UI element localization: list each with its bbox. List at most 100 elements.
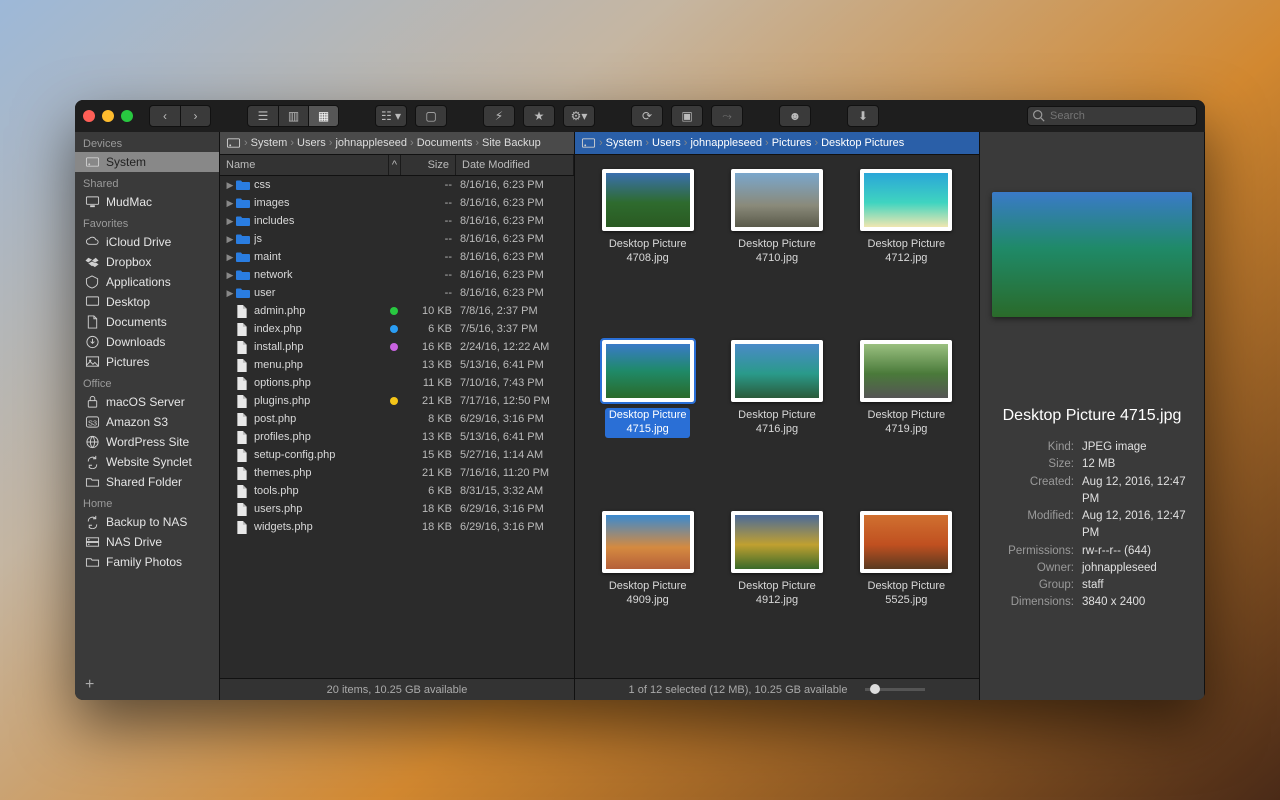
- metadata-key: Dimensions:: [992, 594, 1074, 611]
- col-date[interactable]: Date Modified: [456, 155, 574, 175]
- sidebar-item[interactable]: Desktop: [75, 292, 219, 312]
- grid-item[interactable]: Desktop Picture4715.jpg: [588, 340, 708, 493]
- disclosure-triangle-icon[interactable]: ▶: [224, 198, 236, 209]
- file-name: css: [254, 179, 386, 191]
- file-row[interactable]: widgets.php18 KB6/29/16, 3:16 PM: [220, 518, 574, 536]
- path-segment[interactable]: Pictures: [772, 137, 812, 149]
- file-row[interactable]: menu.php13 KB5/13/16, 6:41 PM: [220, 356, 574, 374]
- new-doc-button[interactable]: ▢: [416, 106, 446, 126]
- sidebar-item[interactable]: Family Photos: [75, 552, 219, 572]
- file-row[interactable]: options.php11 KB7/10/16, 7:43 PM: [220, 374, 574, 392]
- metadata-row: Permissions:rw-r--r-- (644): [992, 543, 1192, 560]
- col-size[interactable]: Size: [401, 155, 456, 175]
- path-bar-right[interactable]: ›System›Users›johnappleseed›Pictures›Des…: [575, 132, 979, 155]
- path-segment[interactable]: System: [606, 137, 643, 149]
- sidebar-item[interactable]: Shared Folder: [75, 472, 219, 492]
- zoom-button[interactable]: [121, 110, 133, 122]
- folder-row[interactable]: ▶maint--8/16/16, 6:23 PM: [220, 248, 574, 266]
- path-segment[interactable]: Site Backup: [482, 137, 541, 149]
- file-row[interactable]: profiles.php13 KB5/13/16, 6:41 PM: [220, 428, 574, 446]
- folder-row[interactable]: ▶network--8/16/16, 6:23 PM: [220, 266, 574, 284]
- file-list[interactable]: ▶css--8/16/16, 6:23 PM▶images--8/16/16, …: [220, 176, 574, 678]
- color-tag: [390, 325, 398, 333]
- search-field[interactable]: [1027, 106, 1197, 126]
- disclosure-triangle-icon[interactable]: ▶: [224, 180, 236, 191]
- add-location-button[interactable]: +: [75, 670, 219, 700]
- file-row[interactable]: themes.php21 KB7/16/16, 11:20 PM: [220, 464, 574, 482]
- sync-icon[interactable]: ⟳: [632, 106, 662, 126]
- file-row[interactable]: index.php6 KB7/5/16, 3:37 PM: [220, 320, 574, 338]
- file-row[interactable]: post.php8 KB6/29/16, 3:16 PM: [220, 410, 574, 428]
- disclosure-triangle-icon[interactable]: ▶: [224, 234, 236, 245]
- disclosure-triangle-icon[interactable]: ▶: [224, 216, 236, 227]
- path-segment[interactable]: Desktop Pictures: [821, 137, 904, 149]
- disclosure-triangle-icon[interactable]: ▶: [224, 252, 236, 263]
- file-row[interactable]: admin.php10 KB7/8/16, 2:37 PM: [220, 302, 574, 320]
- sidebar-item[interactable]: Downloads: [75, 332, 219, 352]
- disclosure-triangle-icon[interactable]: ▶: [224, 270, 236, 281]
- path-segment[interactable]: System: [251, 137, 288, 149]
- action-gear-icon[interactable]: ⚙︎▾: [564, 106, 594, 126]
- download-icon[interactable]: ⬇: [848, 106, 878, 126]
- path-segment[interactable]: johnappleseed: [335, 137, 407, 149]
- file-row[interactable]: tools.php6 KB8/31/15, 3:32 AM: [220, 482, 574, 500]
- file-row[interactable]: install.php16 KB2/24/16, 12:22 AM: [220, 338, 574, 356]
- info-face-icon[interactable]: ☻: [780, 106, 810, 126]
- grid-item[interactable]: Desktop Picture5525.jpg: [846, 511, 966, 664]
- link-icon[interactable]: ⤳: [712, 106, 742, 126]
- folder-row[interactable]: ▶images--8/16/16, 6:23 PM: [220, 194, 574, 212]
- view-icons-icon[interactable]: ▦: [308, 106, 338, 126]
- icon-grid[interactable]: Desktop Picture4708.jpgDesktop Picture47…: [575, 155, 979, 678]
- sidebar-item[interactable]: MudMac: [75, 192, 219, 212]
- grid-item[interactable]: Desktop Picture4708.jpg: [588, 169, 708, 322]
- path-segment[interactable]: johnappleseed: [690, 137, 762, 149]
- folder-row[interactable]: ▶user--8/16/16, 6:23 PM: [220, 284, 574, 302]
- arrange-button[interactable]: ☷ ▾: [376, 106, 406, 126]
- back-button[interactable]: ‹: [150, 106, 180, 126]
- column-headers[interactable]: Name ^ Size Date Modified: [220, 155, 574, 176]
- sidebar-item[interactable]: System: [75, 152, 219, 172]
- grid-item[interactable]: Desktop Picture4710.jpg: [717, 169, 837, 322]
- path-segment[interactable]: Users: [652, 137, 681, 149]
- grid-item[interactable]: Desktop Picture4716.jpg: [717, 340, 837, 493]
- grid-item[interactable]: Desktop Picture4909.jpg: [588, 511, 708, 664]
- path-segment[interactable]: Documents: [417, 137, 473, 149]
- close-button[interactable]: [83, 110, 95, 122]
- terminal-icon[interactable]: ▣: [672, 106, 702, 126]
- sidebar-section-header: Favorites: [75, 212, 219, 232]
- zoom-slider[interactable]: [865, 688, 925, 691]
- minimize-button[interactable]: [102, 110, 114, 122]
- view-columns-icon[interactable]: ▥: [278, 106, 308, 126]
- sidebar-item[interactable]: Backup to NAS: [75, 512, 219, 532]
- sidebar-item[interactable]: Website Synclet: [75, 452, 219, 472]
- sidebar-item[interactable]: macOS Server: [75, 392, 219, 412]
- chevron-right-icon: ›: [410, 137, 414, 149]
- folder-row[interactable]: ▶css--8/16/16, 6:23 PM: [220, 176, 574, 194]
- grid-item[interactable]: Desktop Picture4712.jpg: [846, 169, 966, 322]
- sidebar-item[interactable]: Dropbox: [75, 252, 219, 272]
- folder-row[interactable]: ▶includes--8/16/16, 6:23 PM: [220, 212, 574, 230]
- sidebar-item[interactable]: NAS Drive: [75, 532, 219, 552]
- sidebar-item[interactable]: Applications: [75, 272, 219, 292]
- file-row[interactable]: plugins.php21 KB7/17/16, 12:50 PM: [220, 392, 574, 410]
- sidebar-item[interactable]: Documents: [75, 312, 219, 332]
- path-bar-left[interactable]: ›System›Users›johnappleseed›Documents›Si…: [220, 132, 574, 155]
- search-input[interactable]: [1027, 106, 1197, 126]
- path-segment[interactable]: Users: [297, 137, 326, 149]
- col-name[interactable]: Name: [220, 155, 389, 175]
- view-list-icon[interactable]: ☰: [248, 106, 278, 126]
- file-row[interactable]: users.php18 KB6/29/16, 3:16 PM: [220, 500, 574, 518]
- disclosure-triangle-icon[interactable]: ▶: [224, 288, 236, 299]
- folder-row[interactable]: ▶js--8/16/16, 6:23 PM: [220, 230, 574, 248]
- quick-action-icon[interactable]: ⚡︎: [484, 106, 514, 126]
- sort-indicator-icon[interactable]: ^: [389, 155, 401, 175]
- sidebar-item[interactable]: WordPress Site: [75, 432, 219, 452]
- grid-item[interactable]: Desktop Picture4719.jpg: [846, 340, 966, 493]
- sidebar-item[interactable]: iCloud Drive: [75, 232, 219, 252]
- grid-item[interactable]: Desktop Picture4912.jpg: [717, 511, 837, 664]
- sidebar-item[interactable]: S3Amazon S3: [75, 412, 219, 432]
- forward-button[interactable]: ›: [180, 106, 210, 126]
- sidebar-item[interactable]: Pictures: [75, 352, 219, 372]
- favorite-icon[interactable]: ★: [524, 106, 554, 126]
- file-row[interactable]: setup-config.php15 KB5/27/16, 1:14 AM: [220, 446, 574, 464]
